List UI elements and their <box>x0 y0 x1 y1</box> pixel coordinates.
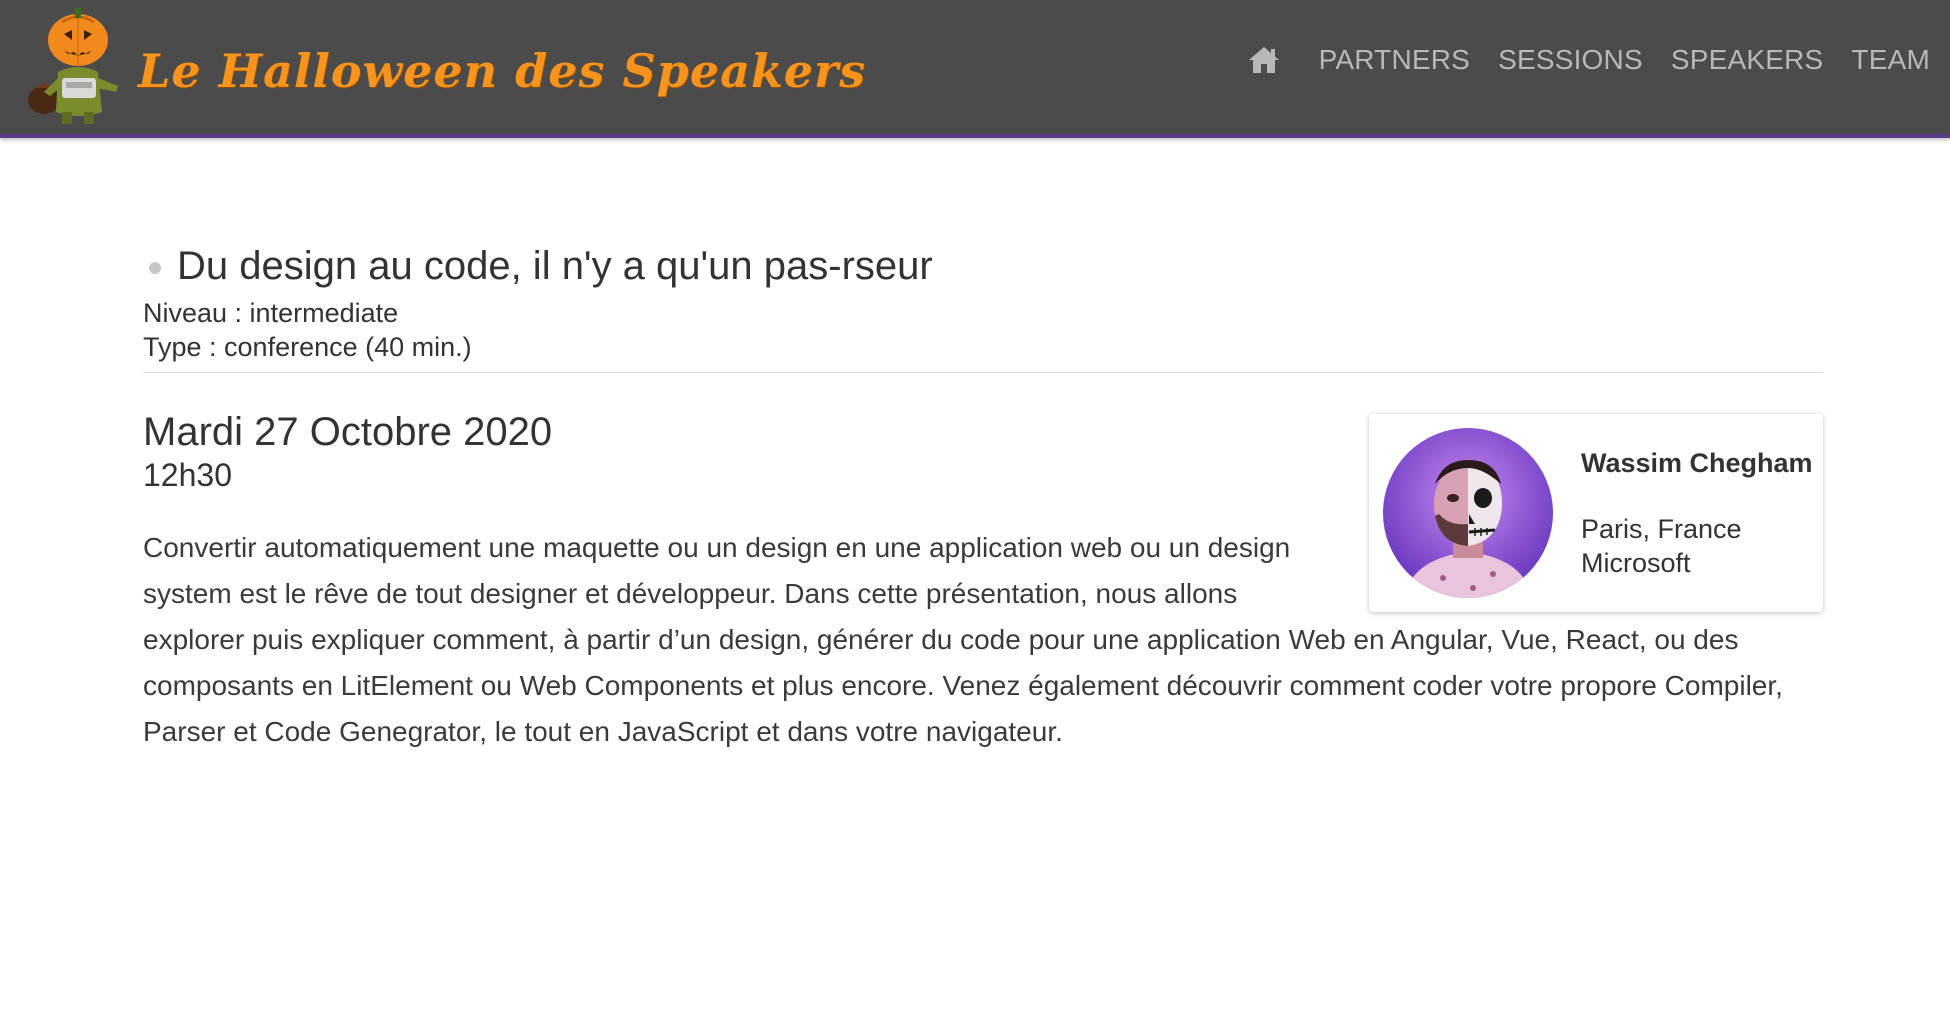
main-nav: PARTNERS SESSIONS SPEAKERS TEAM <box>1247 44 1930 76</box>
site-logo[interactable]: Le Halloween des Speakers <box>22 8 866 126</box>
title-bullet <box>149 262 161 274</box>
site-header: Le Halloween des Speakers PARTNERS SESSI… <box>0 0 1950 138</box>
speaker-location: Paris, France <box>1581 514 1742 544</box>
session-level: Niveau : intermediate <box>143 298 399 328</box>
nav-partners-link[interactable]: PARTNERS <box>1319 44 1471 76</box>
speaker-card[interactable]: Wassim Chegham Paris, France Microsoft <box>1369 414 1823 612</box>
session-title-row: Du design au code, il n'y a qu'un pas-rs… <box>143 236 1823 296</box>
speaker-name[interactable]: Wassim Chegham <box>1581 446 1813 480</box>
nav-team-link[interactable]: TEAM <box>1851 44 1930 76</box>
session-content: Du design au code, il n'y a qu'un pas-rs… <box>143 236 1823 783</box>
nav-speakers-link[interactable]: SPEAKERS <box>1671 44 1824 76</box>
nav-sessions-link[interactable]: SESSIONS <box>1498 44 1643 76</box>
session-title: Du design au code, il n'y a qu'un pas-rs… <box>177 243 933 288</box>
site-logo-text: Le Halloween des Speakers <box>138 44 867 98</box>
speaker-company: Microsoft <box>1581 548 1691 578</box>
home-icon[interactable] <box>1247 45 1281 75</box>
speaker-avatar[interactable] <box>1383 428 1553 598</box>
pumpkin-mascot-icon <box>28 8 118 124</box>
speaker-info: Wassim Chegham Paris, France Microsoft <box>1581 446 1813 580</box>
speaker-photo <box>1383 428 1553 598</box>
session-type: Type : conference (40 min.) <box>143 332 472 362</box>
